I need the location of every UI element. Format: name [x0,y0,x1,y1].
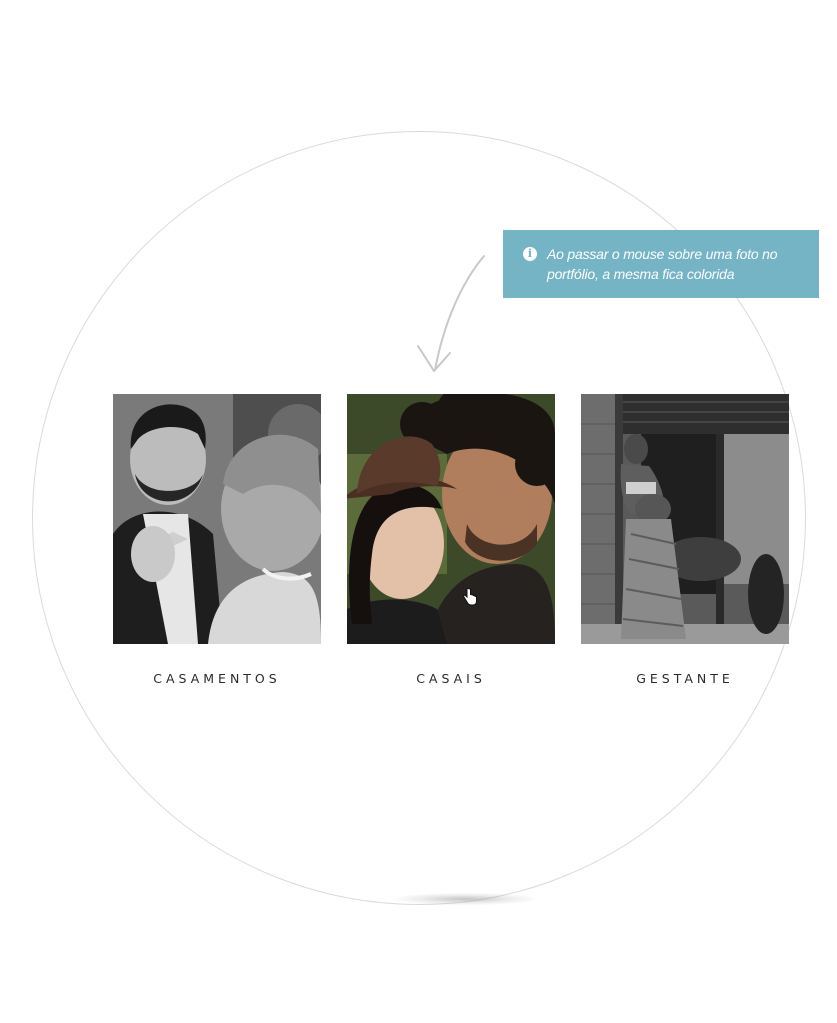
tooltip-text: Ao passar o mouse sobre uma foto no port… [547,244,805,284]
tooltip-line-1: Ao passar o mouse sobre uma foto no [547,246,778,262]
caption-casamentos[interactable]: CASAMENTOS [113,671,321,686]
portfolio-photo-gestante[interactable] [581,394,789,644]
brush-stroke [395,893,535,905]
hand-drawn-arrow-icon [417,255,485,372]
info-tooltip: i Ao passar o mouse sobre uma foto no po… [503,230,819,298]
caption-casais[interactable]: CASAIS [347,671,555,686]
info-icon: i [523,247,537,261]
tooltip-line-2: portfólio, a mesma fica colorida [547,266,735,282]
portfolio-photo-casamentos[interactable] [113,394,321,644]
portfolio-photo-casais[interactable] [347,394,555,644]
hand-pointer-cursor-icon [463,588,477,606]
caption-gestante[interactable]: GESTANTE [581,671,789,686]
